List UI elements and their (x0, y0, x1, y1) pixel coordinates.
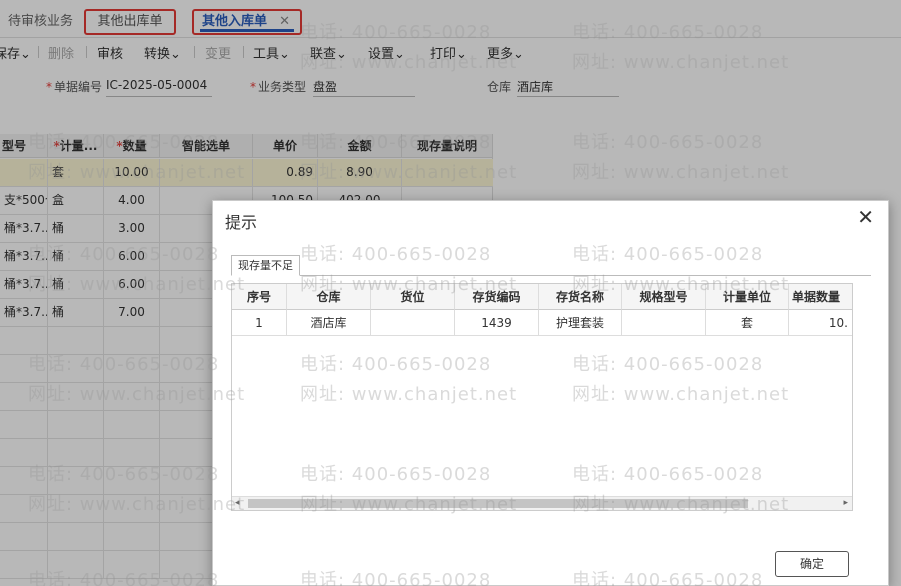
cell-doc-qty[interactable]: 10. (789, 310, 852, 336)
close-icon[interactable]: ✕ (857, 206, 874, 228)
grid-header-location[interactable]: 货位 (371, 284, 455, 310)
cell-seq[interactable]: 1 (232, 310, 287, 336)
tab-insufficient-stock[interactable]: 现存量不足 (231, 255, 300, 276)
grid-header-spec[interactable]: 规格型号 (622, 284, 706, 310)
dialog-title: 提示 (225, 213, 258, 232)
cell-item-name[interactable]: 护理套装 (539, 310, 622, 336)
scroll-left-icon[interactable]: ◂ (235, 498, 240, 508)
grid-header-warehouse[interactable]: 仓库 (287, 284, 371, 310)
prompt-dialog: 提示 ✕ 现存量不足 序号 仓库 货位 存货编码 存货名称 规格型号 计量单位 … (212, 200, 889, 586)
grid-header-item-code[interactable]: 存货编码 (455, 284, 539, 310)
cell-unit[interactable]: 套 (706, 310, 789, 336)
tab-divider (231, 275, 871, 276)
grid-header-seq[interactable]: 序号 (232, 284, 287, 310)
confirm-button[interactable]: 确定 (775, 551, 849, 577)
insufficient-stock-grid: 序号 仓库 货位 存货编码 存货名称 规格型号 计量单位 单据数量 1 酒店库 … (231, 283, 853, 511)
scrollbar-thumb[interactable] (248, 499, 748, 508)
grid-header-unit[interactable]: 计量单位 (706, 284, 789, 310)
grid-header-doc-qty[interactable]: 单据数量 (789, 284, 852, 310)
scroll-right-icon[interactable]: ▸ (843, 498, 848, 508)
cell-item-code[interactable]: 1439 (455, 310, 539, 336)
grid-header-item-name[interactable]: 存货名称 (539, 284, 622, 310)
cell-location[interactable] (371, 310, 455, 336)
cell-spec[interactable] (622, 310, 706, 336)
cell-warehouse[interactable]: 酒店库 (287, 310, 371, 336)
horizontal-scrollbar[interactable]: ◂ ▸ (232, 496, 852, 510)
